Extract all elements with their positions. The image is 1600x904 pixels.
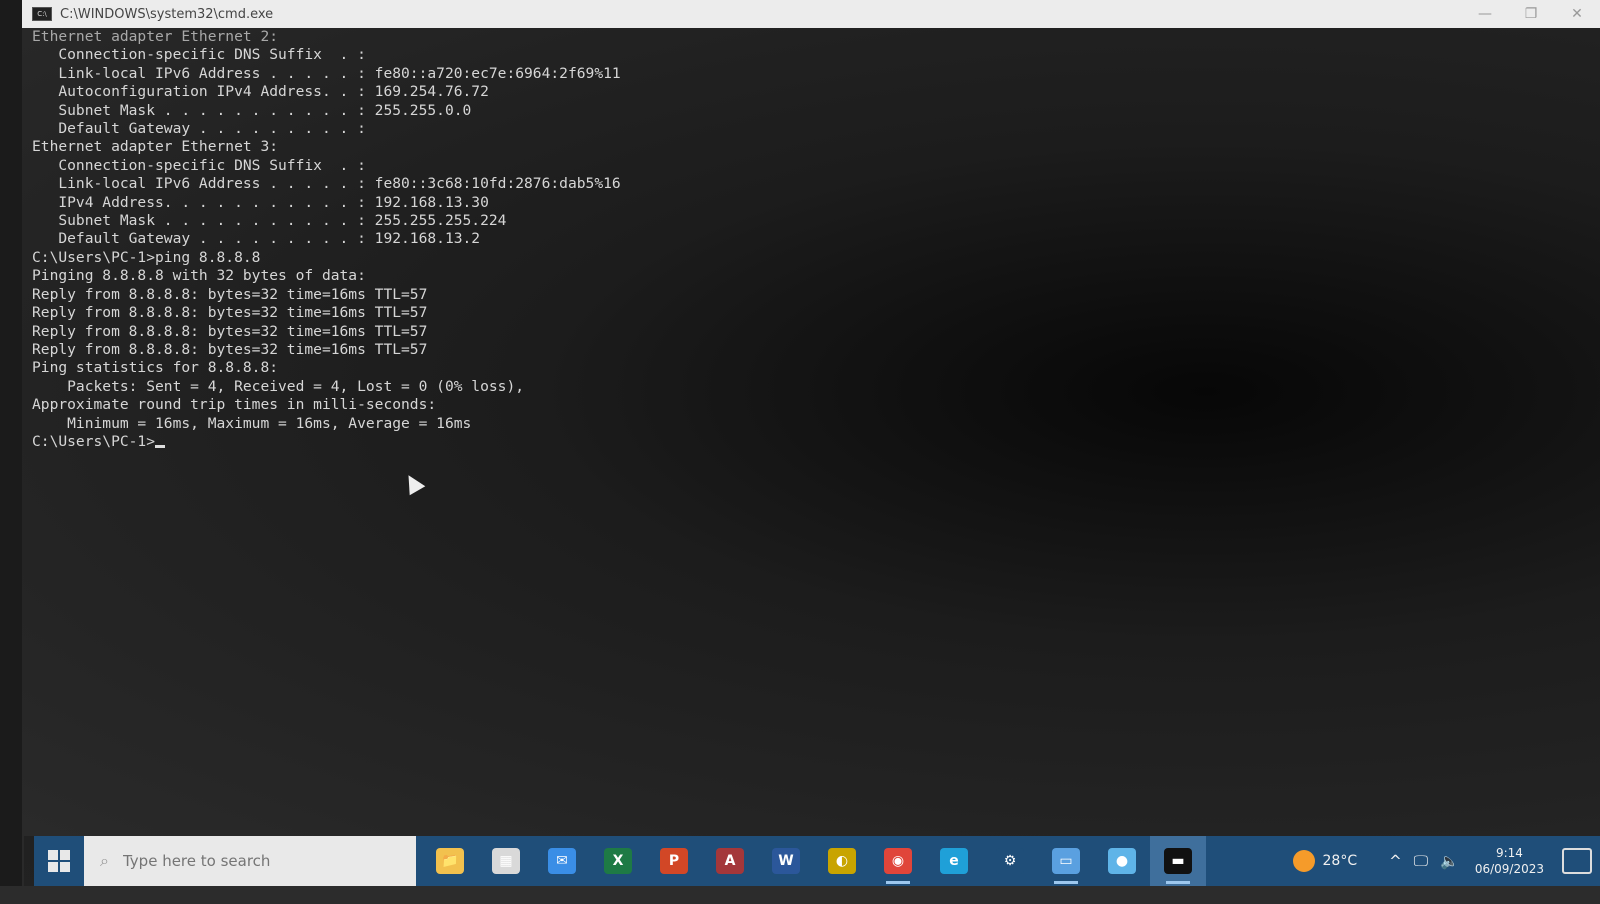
cmd-app-icon[interactable]: C:\	[32, 7, 52, 21]
network-icon[interactable]: 🖵	[1414, 852, 1428, 870]
console-line: Reply from 8.8.8.8: bytes=32 time=16ms T…	[32, 322, 428, 340]
taskbar-app-cmd[interactable]: ▬	[1150, 836, 1206, 886]
windows-logo-icon	[48, 850, 70, 872]
console-prompt-line[interactable]: C:\Users\PC-1>	[32, 433, 1600, 451]
store-icon: ▦	[492, 848, 520, 874]
console-line: Link-local IPv6 Address . . . . . : fe80…	[32, 64, 621, 82]
screen: C:\ C:\WINDOWS\system32\cmd.exe — ❐ ✕ Et…	[0, 0, 1600, 904]
console-line: Approximate round trip times in milli-se…	[32, 396, 437, 414]
console-line: IPv4 Address. . . . . . . . . . . : 192.…	[32, 193, 489, 211]
console-line: Subnet Mask . . . . . . . . . . . : 255.…	[32, 212, 507, 230]
powerpoint-icon: P	[660, 848, 688, 874]
search-input[interactable]	[120, 851, 385, 871]
console-line: Ping statistics for 8.8.8.8:	[32, 359, 279, 377]
taskbar-search[interactable]: ⌕	[84, 836, 416, 886]
show-hidden-icons-chevron-icon[interactable]: ^	[1389, 852, 1402, 870]
monitor-bezel	[0, 0, 24, 904]
console-output[interactable]: Ethernet adapter Ethernet 2: Connection-…	[22, 28, 1600, 836]
console-line: Packets: Sent = 4, Received = 4, Lost = …	[32, 377, 525, 395]
clock-date: 06/09/2023	[1474, 862, 1544, 876]
taskbar-app-mail[interactable]: ✉	[534, 836, 590, 886]
edge-icon: e	[940, 848, 968, 874]
taskbar-apps: 📁 ▦ ✉ X P A W ◐ ◉ e ⚙ ▭ ● ▬	[422, 836, 1206, 886]
taskbar-app-word[interactable]: W	[758, 836, 814, 886]
console-line: Link-local IPv6 Address . . . . . : fe80…	[32, 175, 621, 193]
excel-icon: X	[604, 848, 632, 874]
weather-temperature: 28°C	[1322, 853, 1358, 869]
console-line: Reply from 8.8.8.8: bytes=32 time=16ms T…	[32, 285, 428, 303]
console-line: Default Gateway . . . . . . . . . :	[32, 120, 366, 138]
taskbar: ⌕ 📁 ▦ ✉ X P A W ◐ ◉ e ⚙ ▭ ● ▬ 28°C ^ 🖵 🔈 9:14 06/09/2…	[34, 836, 1600, 886]
volume-icon[interactable]: 🔈	[1440, 852, 1459, 870]
console-line: Subnet Mask . . . . . . . . . . . : 255.…	[32, 101, 472, 119]
word-icon: W	[772, 848, 800, 874]
search-icon: ⌕	[100, 851, 109, 870]
console-line: C:\Users\PC-1>ping 8.8.8.8	[32, 248, 261, 266]
console-line: Autoconfiguration IPv4 Address. . : 169.…	[32, 83, 489, 101]
console-line: Connection-specific DNS Suffix . :	[32, 46, 366, 64]
taskbar-app-edge[interactable]: e	[926, 836, 982, 886]
weather-sun-icon	[1292, 850, 1315, 872]
console-line: Default Gateway . . . . . . . . . : 192.…	[32, 230, 481, 248]
monitor-bottom-bezel	[0, 886, 1600, 904]
taskbar-app-access[interactable]: A	[702, 836, 758, 886]
console-prompt: C:\Users\PC-1>	[32, 432, 156, 450]
taskbar-app-store[interactable]: ▦	[478, 836, 534, 886]
chrome-icon: ◉	[884, 848, 912, 874]
taskbar-app-media-app[interactable]: ◐	[814, 836, 870, 886]
maximize-button[interactable]: ❐	[1508, 0, 1554, 28]
clock[interactable]: 9:14 06/09/2023	[1475, 845, 1544, 877]
console-line: Minimum = 16ms, Maximum = 16ms, Average …	[32, 414, 472, 432]
remote-desktop-icon: ▭	[1052, 848, 1080, 874]
taskbar-app-settings[interactable]: ⚙	[982, 836, 1038, 886]
system-tray: 28°C ^ 🖵 🔈 9:14 06/09/2023	[1292, 836, 1600, 886]
text-cursor	[155, 444, 166, 448]
console-lines: Ethernet adapter Ethernet 2: Connection-…	[32, 28, 1600, 433]
browser-icon: ●	[1108, 848, 1136, 874]
start-button[interactable]	[34, 836, 84, 886]
taskbar-app-file-explorer[interactable]: 📁	[422, 836, 478, 886]
minimize-button[interactable]: —	[1462, 0, 1508, 28]
file-explorer-icon: 📁	[436, 848, 464, 874]
window-titlebar[interactable]: C:\ C:\WINDOWS\system32\cmd.exe — ❐ ✕	[22, 0, 1600, 28]
window-title: C:\WINDOWS\system32\cmd.exe	[60, 6, 274, 22]
console-line: Reply from 8.8.8.8: bytes=32 time=16ms T…	[32, 304, 428, 322]
taskbar-app-remote-desktop[interactable]: ▭	[1038, 836, 1094, 886]
taskbar-app-powerpoint[interactable]: P	[646, 836, 702, 886]
console-line: Pinging 8.8.8.8 with 32 bytes of data:	[32, 267, 366, 285]
weather-widget[interactable]: 28°C	[1292, 850, 1358, 872]
taskbar-app-browser[interactable]: ●	[1094, 836, 1150, 886]
close-button[interactable]: ✕	[1554, 0, 1600, 28]
console-line: Connection-specific DNS Suffix . :	[32, 156, 366, 174]
access-icon: A	[716, 848, 744, 874]
console-line: Ethernet adapter Ethernet 2:	[32, 28, 279, 45]
console-line: Reply from 8.8.8.8: bytes=32 time=16ms T…	[32, 340, 428, 358]
taskbar-app-excel[interactable]: X	[590, 836, 646, 886]
taskbar-app-chrome[interactable]: ◉	[870, 836, 926, 886]
mail-icon: ✉	[548, 848, 576, 874]
clock-time: 9:14	[1495, 846, 1523, 860]
media-app-icon: ◐	[828, 848, 856, 874]
console-line: Ethernet adapter Ethernet 3:	[32, 138, 279, 156]
cmd-icon: ▬	[1164, 848, 1192, 874]
notification-center-icon[interactable]	[1562, 848, 1592, 874]
settings-icon: ⚙	[996, 848, 1024, 874]
